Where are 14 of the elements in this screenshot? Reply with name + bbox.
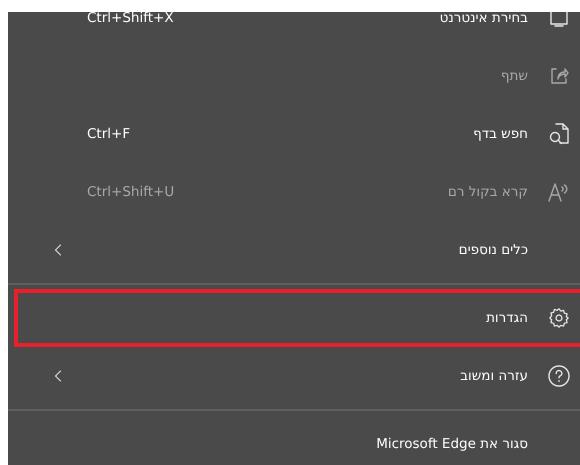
help-icon bbox=[546, 363, 572, 389]
menu-item[interactable]: כלים נוספים bbox=[8, 221, 580, 279]
shortcut-text: Ctrl+F bbox=[87, 126, 130, 142]
menu-item-label: בחירת אינטרנט bbox=[440, 12, 528, 26]
menu-item-label: שתף bbox=[500, 68, 528, 84]
shortcut-text: Ctrl+Shift+U bbox=[87, 184, 174, 200]
shortcut-text: Ctrl+Shift+X bbox=[87, 12, 174, 26]
menu-item-label: סגור את Microsoft Edge bbox=[376, 436, 528, 452]
menu-item-label: הגדרות bbox=[486, 310, 528, 326]
menu-item-label: כלים נוספים bbox=[458, 242, 528, 258]
menu-item-label: עזרה ומשוב bbox=[460, 368, 528, 384]
menu-item[interactable]: עזרה ומשוב bbox=[8, 347, 580, 405]
menu-item-label: קרא בקול רם bbox=[448, 184, 528, 200]
menu-item-label: חפש בדף bbox=[473, 126, 528, 142]
